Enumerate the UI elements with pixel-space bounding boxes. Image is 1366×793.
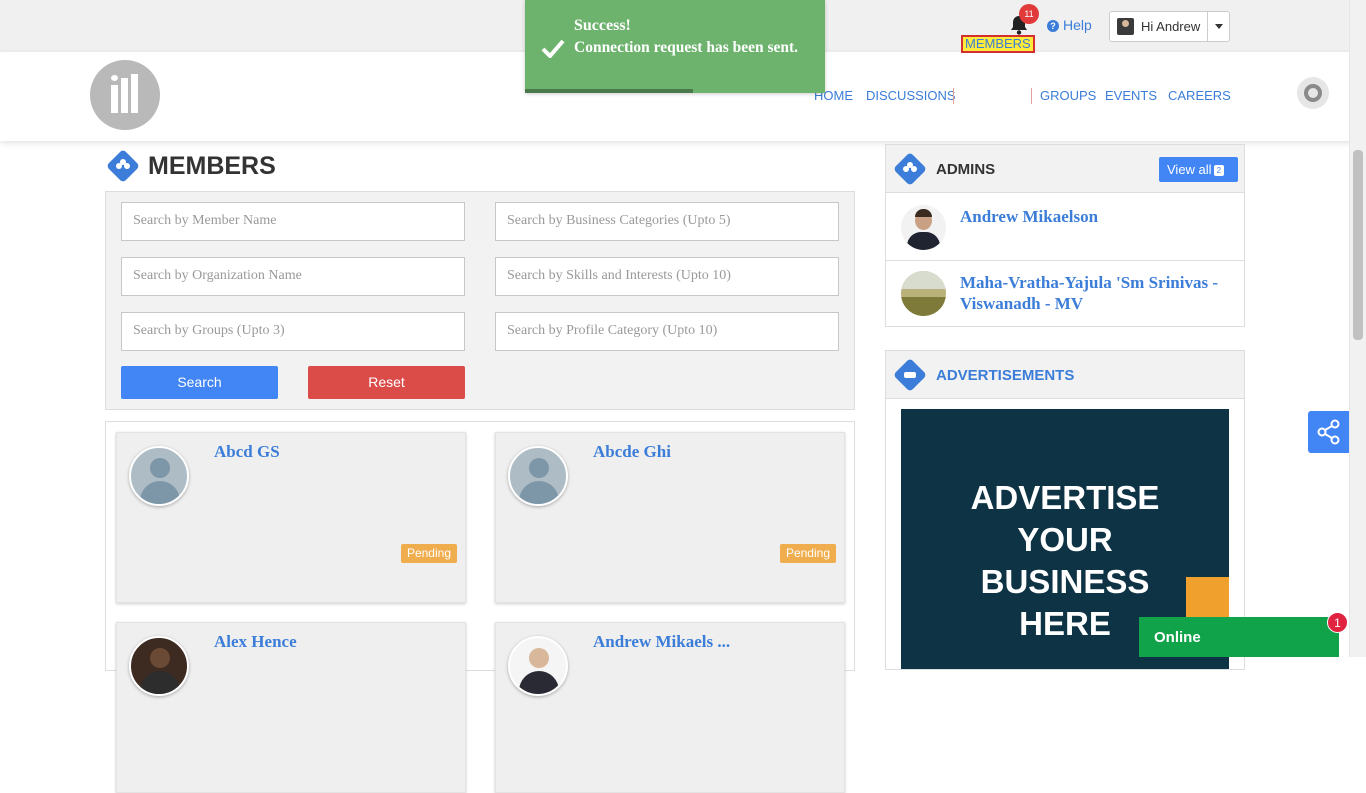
view-all-label: View all	[1167, 162, 1212, 177]
megaphone-icon	[893, 358, 927, 392]
scrollbar-thumb[interactable]	[1353, 150, 1363, 340]
nav-divider	[953, 88, 954, 104]
ad-line: ADVERTISE	[970, 479, 1160, 516]
toast-message: Connection request has been sent.	[574, 39, 799, 56]
admin-row[interactable]: Andrew Mikaelson	[886, 193, 1244, 261]
avatar	[1117, 18, 1134, 35]
chevron-down-icon[interactable]	[1207, 12, 1230, 41]
member-name[interactable]: Abcd GS	[214, 442, 280, 462]
toast-title: Success!	[574, 17, 631, 34]
help-label: Help	[1063, 17, 1092, 33]
admin-count-badge: 2	[1213, 165, 1225, 176]
notification-count-badge: 11	[1019, 4, 1039, 24]
skills-input[interactable]: Search by Skills and Interests (Upto 10)	[495, 257, 839, 296]
admin-name[interactable]: Andrew Mikaelson	[960, 206, 1098, 227]
members-icon	[106, 149, 140, 183]
nav-careers[interactable]: CAREERS	[1168, 88, 1231, 103]
groups-input[interactable]: Search by Groups (Upto 3)	[121, 312, 465, 351]
help-link[interactable]: ? Help	[1047, 17, 1092, 33]
check-icon	[541, 38, 565, 59]
user-greeting: Hi Andrew	[1141, 19, 1201, 34]
status-badge: Pending	[779, 544, 836, 563]
nav-divider	[1031, 88, 1032, 104]
site-logo[interactable]	[90, 60, 160, 130]
admin-name[interactable]: Maha-Vratha-Yajula 'Sm Srinivas - Viswan…	[960, 272, 1230, 314]
toast-progress-bar	[525, 89, 693, 93]
user-menu-button[interactable]: Hi Andrew	[1109, 11, 1230, 42]
advertisements-title: ADVERTISEMENTS	[936, 367, 1075, 384]
avatar	[129, 446, 189, 506]
share-icon	[1317, 419, 1340, 445]
avatar	[129, 636, 189, 696]
success-toast[interactable]: Success! Connection request has been sen…	[525, 0, 825, 93]
member-card[interactable]: Abcde Ghi Pending	[495, 432, 845, 603]
avatar	[901, 205, 946, 250]
nav-discussions[interactable]: DISCUSSIONS	[866, 88, 956, 103]
member-name[interactable]: Alex Hence	[214, 632, 297, 652]
share-button[interactable]	[1308, 411, 1349, 453]
avatar	[508, 636, 568, 696]
advertisements-header: ADVERTISEMENTS	[886, 351, 1244, 399]
admins-header: ADMINS View all 2	[886, 145, 1244, 193]
member-name-input[interactable]: Search by Member Name	[121, 202, 465, 241]
search-button[interactable]: Search	[121, 366, 278, 399]
ad-line: BUSINESS	[980, 563, 1150, 600]
chat-unread-badge: 1	[1327, 612, 1348, 633]
admins-icon	[893, 152, 927, 186]
admins-title: ADMINS	[936, 161, 996, 178]
member-card[interactable]: Abcd GS Pending	[116, 432, 466, 603]
profile-category-input[interactable]: Search by Profile Category (Upto 10)	[495, 312, 839, 351]
ad-line: YOUR	[1017, 521, 1113, 558]
avatar	[508, 446, 568, 506]
status-badge: Pending	[400, 544, 457, 563]
member-name[interactable]: Andrew Mikaels ...	[593, 632, 730, 652]
gear-icon[interactable]	[1297, 77, 1329, 109]
admin-row[interactable]: Maha-Vratha-Yajula 'Sm Srinivas - Viswan…	[886, 261, 1244, 327]
nav-events[interactable]: EVENTS	[1105, 88, 1157, 103]
nav-members[interactable]: MEMBERS	[961, 35, 1035, 53]
page-title: MEMBERS	[148, 152, 276, 180]
nav-groups[interactable]: GROUPS	[1040, 88, 1096, 103]
reset-button[interactable]: Reset	[308, 366, 465, 399]
member-card[interactable]: Alex Hence	[116, 622, 466, 793]
business-categories-input[interactable]: Search by Business Categories (Upto 5)	[495, 202, 839, 241]
member-card[interactable]: Andrew Mikaels ...	[495, 622, 845, 793]
online-chat-widget[interactable]: Online	[1139, 617, 1339, 657]
page-scrollbar[interactable]	[1349, 0, 1366, 657]
organization-input[interactable]: Search by Organization Name	[121, 257, 465, 296]
question-icon: ?	[1047, 20, 1059, 32]
avatar	[901, 271, 946, 316]
view-all-button[interactable]: View all 2	[1159, 157, 1238, 182]
admins-panel: ADMINS View all 2 Andrew Mikaelson Maha-V…	[885, 144, 1245, 327]
member-name[interactable]: Abcde Ghi	[593, 442, 671, 462]
